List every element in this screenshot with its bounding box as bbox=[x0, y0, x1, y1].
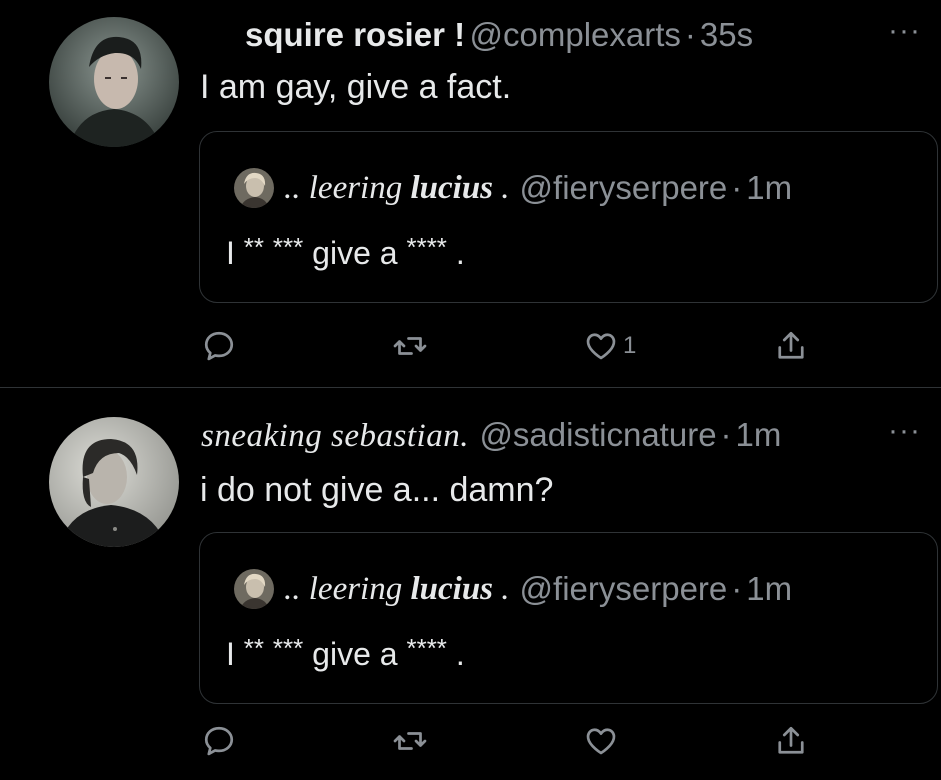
quote-text-part: *** bbox=[272, 232, 304, 262]
quote-text: I ** *** give a **** . bbox=[226, 633, 465, 673]
tweet-text: I am gay, give a fact. bbox=[200, 68, 512, 106]
quote-display-name[interactable]: .. leering lucius . bbox=[284, 170, 510, 207]
quote-text-part: . bbox=[455, 235, 465, 271]
retweet-button[interactable] bbox=[392, 723, 428, 759]
quote-name-bold: lucius bbox=[410, 169, 494, 206]
quote-text: I ** *** give a **** . bbox=[226, 232, 465, 272]
quote-text-part: ** bbox=[243, 232, 265, 262]
avatar[interactable] bbox=[49, 417, 179, 547]
reply-button[interactable] bbox=[201, 723, 237, 759]
action-bar bbox=[0, 723, 941, 763]
handle[interactable]: @sadisticnature bbox=[479, 416, 716, 453]
quote-text-part: *** bbox=[272, 633, 304, 663]
quote-name: leering bbox=[308, 570, 403, 607]
share-button[interactable] bbox=[773, 328, 809, 364]
avatar-image bbox=[49, 417, 179, 547]
separator: · bbox=[720, 416, 732, 453]
quote-text-part: give a bbox=[312, 636, 398, 672]
quote-name-prefix: .. bbox=[284, 570, 301, 607]
quote-text-part: I bbox=[226, 636, 235, 672]
quote-text-part: ** bbox=[243, 633, 265, 663]
quote-text-part: I bbox=[226, 235, 235, 271]
tweet-text: i do not give a... damn? bbox=[200, 471, 554, 509]
quote-avatar-image bbox=[234, 168, 274, 208]
quote-text-part: **** bbox=[406, 633, 447, 663]
quote-display-name[interactable]: .. leering lucius . bbox=[284, 571, 510, 608]
quote-text-part: **** bbox=[406, 232, 447, 262]
avatar[interactable] bbox=[49, 17, 179, 147]
reply-icon bbox=[204, 331, 234, 361]
quote-avatar[interactable] bbox=[234, 168, 274, 208]
like-icon bbox=[586, 333, 616, 360]
share-icon bbox=[778, 331, 804, 359]
quote-header: .. leering lucius . @fieryserpere · 1m bbox=[234, 168, 792, 208]
quoted-tweet[interactable]: .. leering lucius . @fieryserpere · 1m I *… bbox=[199, 131, 938, 303]
quote-name-suffix: . bbox=[501, 570, 510, 607]
quote-timestamp[interactable]: 1m bbox=[746, 169, 792, 207]
display-name[interactable]: sneaking sebastian. bbox=[201, 418, 469, 454]
tweet-header: sneaking sebastian. @sadisticnature · 1m bbox=[201, 416, 781, 455]
timestamp[interactable]: 35s bbox=[700, 16, 753, 53]
retweet-button[interactable] bbox=[392, 328, 428, 364]
quote-avatar-image bbox=[234, 569, 274, 609]
quote-timestamp[interactable]: 1m bbox=[746, 570, 792, 608]
quote-header: .. leering lucius . @fieryserpere · 1m bbox=[234, 569, 792, 609]
like-count: 1 bbox=[623, 332, 637, 359]
display-name[interactable]: squire rosier ! bbox=[245, 16, 465, 53]
separator: · bbox=[684, 16, 696, 53]
quoted-tweet[interactable]: .. leering lucius . @fieryserpere · 1m I *… bbox=[199, 532, 938, 704]
reply-button[interactable] bbox=[201, 328, 237, 364]
like-button[interactable]: 1 bbox=[583, 328, 636, 364]
timestamp[interactable]: 1m bbox=[736, 416, 782, 453]
tweet-1[interactable]: squire rosier ! @complexarts · 35s ··· I a… bbox=[0, 0, 941, 388]
share-button[interactable] bbox=[773, 723, 809, 759]
avatar-image bbox=[49, 17, 179, 147]
retweet-icon bbox=[393, 732, 427, 750]
like-button[interactable] bbox=[583, 723, 623, 759]
tweet-header: squire rosier ! @complexarts · 35s bbox=[245, 16, 753, 54]
quote-text-part: . bbox=[455, 636, 465, 672]
quote-name-suffix: . bbox=[501, 169, 510, 206]
share-icon bbox=[778, 726, 804, 754]
handle[interactable]: @complexarts bbox=[470, 16, 681, 53]
quote-separator: · bbox=[731, 169, 743, 206]
quote-handle[interactable]: @fieryserpere bbox=[520, 570, 728, 608]
action-bar: 1 bbox=[0, 328, 941, 368]
retweet-icon bbox=[393, 337, 427, 355]
more-icon[interactable]: ··· bbox=[888, 414, 921, 448]
quote-avatar[interactable] bbox=[234, 569, 274, 609]
quote-name-bold: lucius bbox=[410, 570, 494, 607]
quote-text-part: give a bbox=[312, 235, 398, 271]
quote-handle[interactable]: @fieryserpere bbox=[520, 169, 728, 207]
more-icon[interactable]: ··· bbox=[888, 14, 921, 48]
quote-name-prefix: .. bbox=[284, 169, 301, 206]
reply-icon bbox=[204, 726, 234, 756]
like-icon bbox=[586, 728, 616, 755]
quote-separator: · bbox=[731, 570, 743, 607]
tweet-2[interactable]: sneaking sebastian. @sadisticnature · 1m ·… bbox=[0, 388, 941, 780]
quote-name: leering bbox=[308, 169, 403, 206]
